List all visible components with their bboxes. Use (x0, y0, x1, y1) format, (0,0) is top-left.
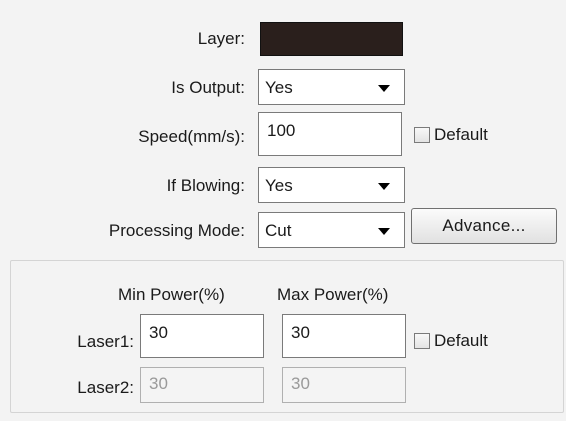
laser2-label: Laser2: (77, 378, 134, 397)
laser1-default-checkbox[interactable] (414, 333, 430, 349)
layer-settings-panel: Layer: Is Output: Yes Speed(mm/s): 100 D… (0, 0, 566, 421)
min-power-header: Min Power(%) (118, 285, 225, 304)
laser2-max-power-input: 30 (282, 367, 406, 403)
laser1-label: Laser1: (77, 332, 134, 351)
speed-value: 100 (267, 121, 296, 140)
laser2-min-power-value: 30 (149, 374, 168, 393)
chevron-down-icon (378, 228, 390, 235)
max-power-header: Max Power(%) (277, 285, 389, 304)
laser1-default-label: Default (434, 331, 488, 350)
laser2-min-power-input: 30 (140, 367, 264, 403)
chevron-down-icon (378, 183, 390, 190)
is-output-select[interactable]: Yes (258, 69, 405, 105)
if-blowing-value: Yes (265, 176, 293, 195)
laser1-min-power-value: 30 (149, 323, 168, 342)
processing-mode-select[interactable]: Cut (258, 212, 405, 248)
is-output-value: Yes (265, 78, 293, 97)
speed-label: Speed(mm/s): (138, 127, 245, 146)
laser1-max-power-input[interactable]: 30 (282, 314, 406, 358)
is-output-label: Is Output: (171, 78, 245, 97)
layer-label: Layer: (197, 29, 245, 48)
if-blowing-select[interactable]: Yes (258, 167, 405, 203)
speed-default-checkbox[interactable] (414, 127, 430, 143)
chevron-down-icon (378, 85, 390, 92)
laser2-max-power-value: 30 (291, 374, 310, 393)
speed-default-label: Default (434, 125, 488, 144)
advance-button[interactable]: Advance... (411, 208, 557, 244)
layer-color-swatch[interactable] (260, 22, 403, 56)
laser1-max-power-value: 30 (291, 323, 310, 342)
laser1-min-power-input[interactable]: 30 (140, 314, 264, 358)
speed-input[interactable]: 100 (258, 112, 402, 156)
processing-mode-label: Processing Mode: (108, 221, 245, 240)
if-blowing-label: If Blowing: (166, 176, 245, 195)
processing-mode-value: Cut (265, 221, 292, 240)
